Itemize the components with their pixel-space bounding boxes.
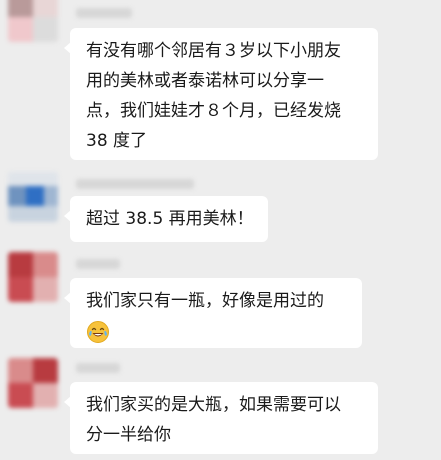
avatar[interactable]: [8, 172, 58, 222]
message-text: 点，我们娃娃才８个月，已经发烧: [86, 101, 341, 121]
message-bubble[interactable]: 有没有哪个邻居有３岁以下小朋友 用的美林或者泰诺林可以分享一 点，我们娃娃才８个…: [64, 28, 378, 160]
avatar[interactable]: [8, 252, 58, 302]
sender-name: [76, 8, 132, 18]
avatar[interactable]: [8, 0, 58, 42]
sender-name: [76, 259, 120, 269]
message-text: 我们家只有一瓶，好像是用过的: [86, 291, 324, 311]
message-text: 用的美林或者泰诺林可以分享一: [86, 71, 324, 91]
message-text: 有没有哪个邻居有３岁以下小朋友: [86, 41, 341, 61]
sender-name: [76, 363, 120, 373]
message-text: 38 度了: [86, 131, 148, 151]
message-text: 我们家买的是大瓶，如果需要可以: [86, 395, 341, 415]
sender-name: [76, 179, 194, 189]
message-bubble[interactable]: 我们家只有一瓶，好像是用过的: [64, 278, 362, 348]
message-text: 超过 38.5 再用美林！: [86, 209, 254, 229]
message-bubble[interactable]: 我们家买的是大瓶，如果需要可以 分一半给你: [64, 382, 378, 454]
message-text: 分一半给你: [86, 425, 171, 445]
message-bubble[interactable]: 超过 38.5 再用美林！: [64, 196, 268, 242]
avatar[interactable]: [8, 358, 58, 408]
emoji-line: [86, 316, 348, 346]
tears-of-joy-emoji-icon: [87, 321, 109, 343]
chat-window: 有没有哪个邻居有３岁以下小朋友 用的美林或者泰诺林可以分享一 点，我们娃娃才８个…: [0, 0, 441, 460]
